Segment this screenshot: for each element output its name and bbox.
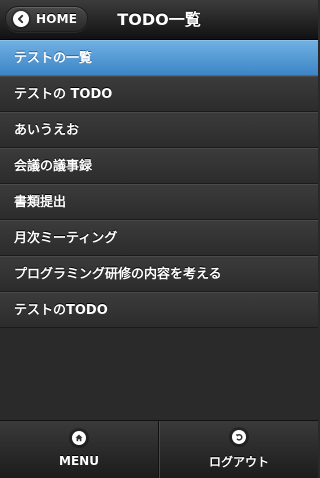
footer-navbar: MENU ログアウト bbox=[0, 420, 318, 478]
header-bar: HOME TODO一覧 bbox=[0, 0, 318, 40]
home-button-label: HOME bbox=[36, 12, 78, 26]
logout-button[interactable]: ログアウト bbox=[159, 421, 318, 478]
home-icon bbox=[72, 431, 86, 445]
list-item[interactable]: 書類提出 bbox=[0, 184, 318, 220]
list-item[interactable]: 月次ミーティング bbox=[0, 220, 318, 256]
app-screen: HOME TODO一覧 テストの一覧 テストの TODO あいうえお 会議の議事… bbox=[0, 0, 318, 478]
chevron-left-icon bbox=[13, 11, 29, 27]
menu-button-label: MENU bbox=[59, 454, 99, 468]
list-item[interactable]: 会議の議事録 bbox=[0, 148, 318, 184]
menu-button[interactable]: MENU bbox=[0, 421, 159, 478]
undo-icon bbox=[232, 429, 246, 444]
logout-button-label: ログアウト bbox=[208, 454, 269, 469]
list-item[interactable]: テストの TODO bbox=[0, 76, 318, 112]
list-item[interactable]: あいうえお bbox=[0, 112, 318, 148]
list-item[interactable]: テストのTODO bbox=[0, 292, 318, 328]
home-button[interactable]: HOME bbox=[5, 6, 89, 32]
todo-list: テストの一覧 テストの TODO あいうえお 会議の議事録 書類提出 月次ミーテ… bbox=[0, 40, 318, 328]
list-item[interactable]: プログラミング研修の内容を考える bbox=[0, 256, 318, 292]
list-item[interactable]: テストの一覧 bbox=[0, 40, 318, 76]
